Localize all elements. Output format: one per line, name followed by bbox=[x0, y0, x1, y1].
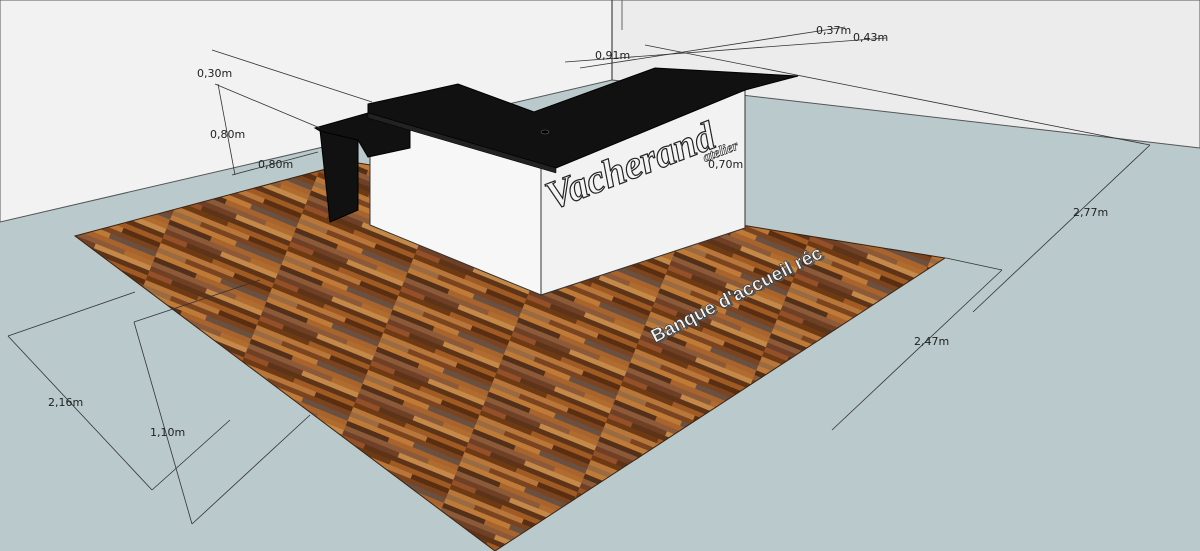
dim-label-upper-depth-b: 0,43m bbox=[853, 31, 888, 44]
dim-label-total-length: 2,77m bbox=[1073, 206, 1108, 219]
sketchup-scene: Vacherand atelier Banque d'accueil réc B… bbox=[0, 0, 1200, 551]
dim-label-return-depth: 0,80m bbox=[258, 158, 293, 171]
cable-grommet bbox=[540, 129, 550, 135]
dim-label-floor-depth: 2,47m bbox=[914, 335, 949, 348]
dim-label-top-width: 0,91m bbox=[595, 49, 630, 62]
dim-label-counter-width: 1,10m bbox=[150, 426, 185, 439]
dim-label-floor-width: 2,16m bbox=[48, 396, 83, 409]
dim-label-counter-height: 0,80m bbox=[210, 128, 245, 141]
dim-label-front-depth: 0,70m bbox=[708, 158, 743, 171]
dim-label-top-height: 0,30m bbox=[197, 67, 232, 80]
dim-label-upper-depth-a: 0,37m bbox=[816, 24, 851, 37]
